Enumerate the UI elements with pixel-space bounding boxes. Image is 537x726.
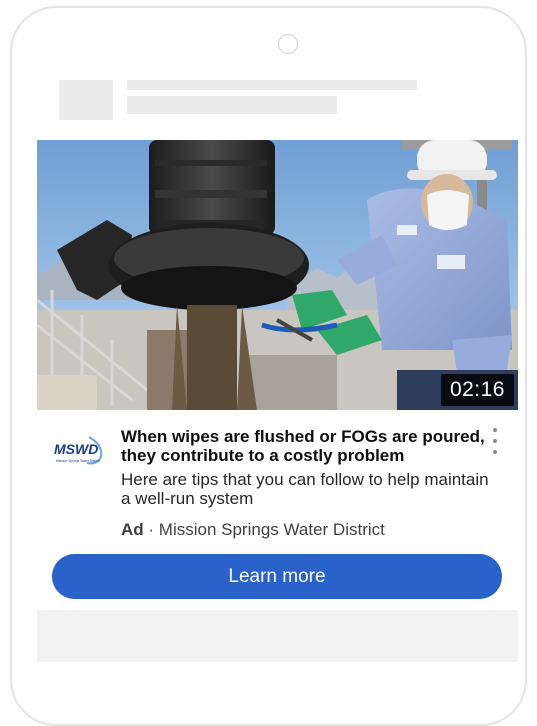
feed-placeholder-header <box>37 72 518 140</box>
video-duration-badge: 02:16 <box>440 374 514 406</box>
placeholder-line <box>127 96 337 114</box>
video-thumbnail[interactable]: 02:16 <box>37 140 518 410</box>
phone-screen: 02:16 MSWD Mission Springs Water Distric… <box>37 72 518 662</box>
video-thumbnail-image <box>37 140 518 410</box>
advertiser-logo[interactable]: MSWD Mission Springs Water District <box>53 435 105 467</box>
ad-description: Here are tips that you can follow to hel… <box>121 470 489 508</box>
ad-badge: Ad <box>121 520 144 539</box>
video-ad-card[interactable]: 02:16 MSWD Mission Springs Water Distric… <box>37 140 518 610</box>
more-vert-icon[interactable] <box>487 428 503 454</box>
logo-subtext: Mission Springs Water District <box>56 459 100 463</box>
ad-attribution: Ad · Mission Springs Water District <box>121 520 385 539</box>
placeholder-line <box>127 80 417 90</box>
ad-separator: · <box>143 520 159 539</box>
mswd-logo-icon: MSWD Mission Springs Water District <box>54 436 103 465</box>
learn-more-button[interactable]: Learn more <box>52 554 502 599</box>
logo-text: MSWD <box>54 441 98 457</box>
advertiser-name: Mission Springs Water District <box>158 520 385 539</box>
placeholder-thumbnail <box>59 80 113 120</box>
front-camera-icon <box>278 34 298 54</box>
ad-headline[interactable]: When wipes are flushed or FOGs are poure… <box>121 427 491 465</box>
